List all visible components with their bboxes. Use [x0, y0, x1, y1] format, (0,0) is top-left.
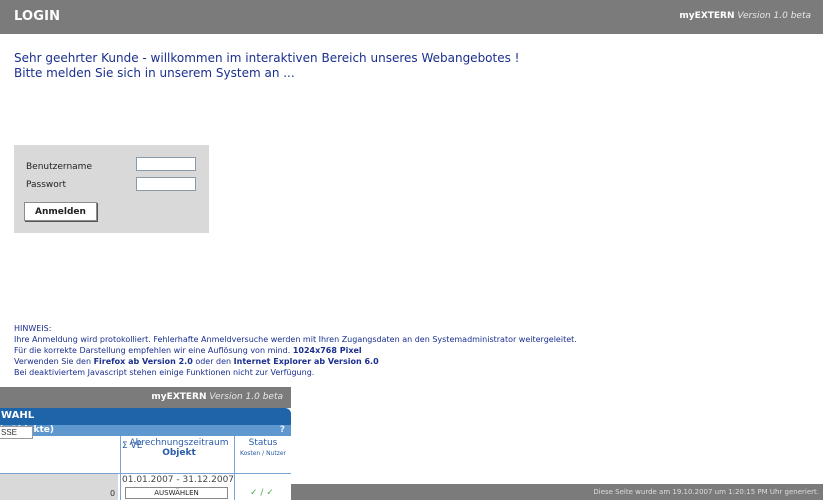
username-input[interactable]: [136, 157, 196, 171]
table-cell-name: [0, 474, 118, 500]
column-divider: [120, 436, 121, 500]
column-header-status-sub: Kosten / Nutzer: [239, 450, 287, 457]
select-object-button[interactable]: AUSWÄHLEN: [125, 487, 228, 499]
overlay-window-fragment: myEXTERN Version 1.0 beta WAHL b-Objekte…: [0, 387, 291, 500]
login-form: Benutzername Passwort Anmelden: [14, 145, 209, 233]
status-check-icons: ✓ / ✓: [250, 488, 274, 498]
column-header-status-label: Status: [248, 438, 278, 448]
password-label: Passwort: [26, 180, 67, 190]
brand-name: myEXTERN: [679, 11, 735, 21]
welcome-text: Sehr geehrter Kunde - willkommen im inte…: [14, 51, 520, 81]
hint-line-2: Für die korrekte Darstellung empfehlen w…: [14, 345, 577, 356]
hint-line-2-text: Für die korrekte Darstellung empfehlen w…: [14, 346, 293, 355]
table-cell-period: 01.01.2007 - 31.12.2007: [122, 475, 235, 485]
login-button[interactable]: Anmelden: [24, 202, 97, 221]
hint-line-3: Verwenden Sie den Firefox ab Version 2.0…: [14, 356, 577, 367]
welcome-line-2: Bitte melden Sie sich in unserem System …: [14, 66, 295, 80]
selection-panel: WAHL b-Objekte) ? Σ VE Abrechnungszeitra…: [0, 408, 291, 500]
welcome-line-1: Sehr geehrter Kunde - willkommen im inte…: [14, 51, 520, 65]
hint-title: HINWEIS:: [14, 324, 52, 333]
hint-block: HINWEIS: Ihre Anmeldung wird protokollie…: [14, 323, 577, 378]
column-header-period-label: Abrechnungszeitraum: [129, 438, 229, 448]
hint-line-3-mid: oder den: [192, 357, 234, 366]
column-header-period: Abrechnungszeitraum Objekt: [124, 438, 234, 458]
fragment-header-bar: myEXTERN Version 1.0 beta: [0, 387, 291, 408]
hint-line-4: Bei deaktiviertem Javascript stehen eini…: [14, 368, 315, 377]
page-title: LOGIN: [14, 9, 61, 24]
brand-version: Version 1.0 beta: [737, 11, 811, 21]
panel-title-bar: WAHL: [0, 408, 291, 425]
hint-line-3-text: Verwenden Sie den: [14, 357, 94, 366]
panel-subheader: b-Objekte) ?: [0, 425, 291, 436]
hint-firefox: Firefox ab Version 2.0: [93, 357, 193, 366]
hint-ie: Internet Explorer ab Version 6.0: [233, 357, 379, 366]
table-cell-ve: 0: [110, 489, 116, 498]
panel-title: WAHL: [1, 410, 35, 421]
brand-label: myEXTERN Version 1.0 beta: [679, 11, 811, 21]
klasse-input[interactable]: [0, 426, 33, 439]
fragment-brand-version: Version 1.0 beta: [209, 392, 283, 402]
fragment-brand: myEXTERN Version 1.0 beta: [151, 392, 283, 402]
password-input[interactable]: [136, 177, 196, 191]
hint-resolution: 1024x768 Pixel: [292, 346, 362, 355]
header-bar: LOGIN myEXTERN Version 1.0 beta: [0, 0, 823, 34]
generated-timestamp: Diese Seite wurde am 19.10.2007 um 1:20:…: [593, 488, 819, 496]
column-header-status: Status Kosten / Nutzer: [235, 438, 291, 459]
username-label: Benutzername: [26, 162, 92, 172]
help-icon[interactable]: ?: [280, 425, 285, 435]
hint-line-1: Ihre Anmeldung wird protokolliert. Fehle…: [14, 335, 577, 344]
fragment-brand-name: myEXTERN: [151, 392, 207, 402]
column-header-object: Objekt: [162, 448, 196, 458]
